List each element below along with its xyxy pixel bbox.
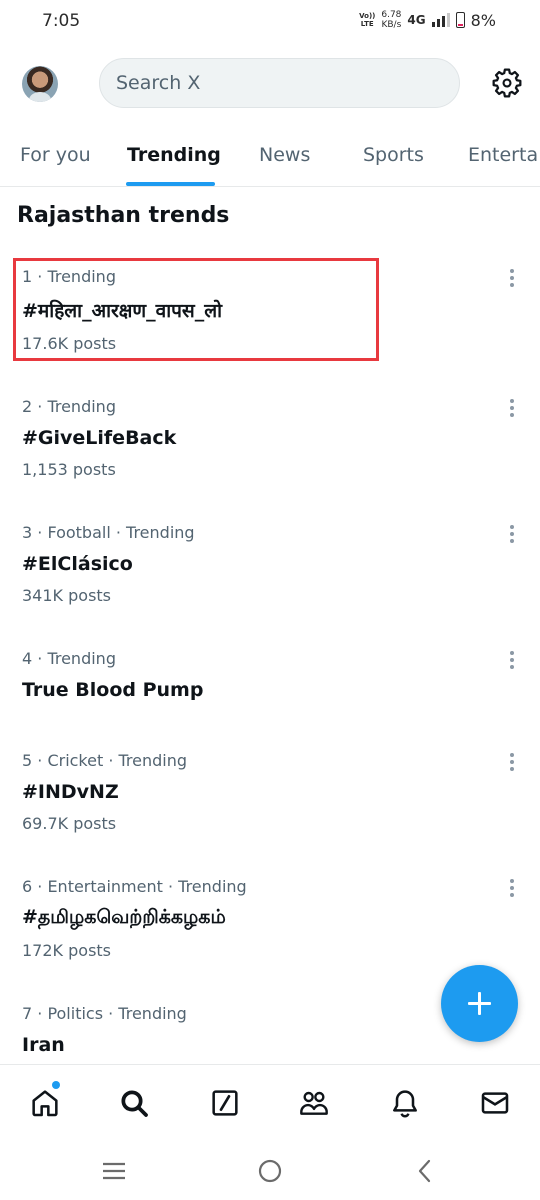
active-tab-indicator xyxy=(126,182,215,186)
tab-news[interactable]: News xyxy=(259,144,310,166)
recents-icon[interactable] xyxy=(101,1158,127,1184)
trend-post-count: 1,153 posts xyxy=(22,460,116,479)
battery-percent: 8% xyxy=(470,10,496,30)
trend-name: Iran xyxy=(22,1034,65,1056)
trend-meta: 1 · Trending xyxy=(22,267,116,286)
tab-bar: For you Trending News Sports Enterta xyxy=(0,132,540,187)
tab-entertainment[interactable]: Enterta xyxy=(468,144,538,166)
network-speed: 6.78 KB/s xyxy=(381,10,401,30)
grok-icon[interactable] xyxy=(209,1087,241,1119)
notifications-icon[interactable] xyxy=(389,1087,421,1119)
messages-icon[interactable] xyxy=(479,1087,511,1119)
volte-icon: Vo)) LTE xyxy=(359,12,376,28)
search-icon[interactable] xyxy=(118,1087,150,1119)
communities-icon[interactable] xyxy=(298,1087,330,1119)
trend-post-count: 69.7K posts xyxy=(22,814,117,833)
trend-name: #INDvNZ xyxy=(22,781,119,803)
compose-post-button[interactable] xyxy=(441,965,518,1042)
trend-meta: 2 · Trending xyxy=(22,397,116,416)
network-speed-value: 6.78 xyxy=(381,10,402,20)
network-type: 4G xyxy=(407,13,426,27)
battery-icon xyxy=(455,12,465,28)
section-title: Rajasthan trends xyxy=(17,203,230,228)
bottom-navigation xyxy=(0,1064,540,1140)
search-placeholder: Search X xyxy=(116,72,201,94)
gear-icon[interactable] xyxy=(491,67,523,99)
trend-meta: 4 · Trending xyxy=(22,649,116,668)
home-icon[interactable] xyxy=(29,1087,61,1119)
tab-trending[interactable]: Trending xyxy=(127,144,221,166)
trend-name: #महिला_आरक्षण_वापस_लो xyxy=(22,300,223,322)
status-bar: 7:05 Vo)) LTE 6.78 KB/s 4G 8% xyxy=(0,0,540,44)
top-header: Search X xyxy=(0,56,540,112)
system-navigation xyxy=(0,1140,540,1200)
more-options-icon[interactable] xyxy=(507,753,517,773)
network-speed-unit: KB/s xyxy=(381,20,402,30)
trend-meta: 3 · Football · Trending xyxy=(22,523,195,542)
trend-meta: 6 · Entertainment · Trending xyxy=(22,877,247,896)
more-options-icon[interactable] xyxy=(507,651,517,671)
trend-post-count: 172K posts xyxy=(22,941,112,960)
trend-name: True Blood Pump xyxy=(22,679,204,701)
tab-for-you[interactable]: For you xyxy=(20,144,91,166)
trend-name: #தமிழகவெற்றிக்கழகம் xyxy=(22,906,226,928)
trend-post-count: 17.6K posts xyxy=(22,334,117,353)
tab-sports[interactable]: Sports xyxy=(363,144,424,166)
status-time: 7:05 xyxy=(42,11,81,31)
user-avatar[interactable] xyxy=(22,66,58,102)
back-icon[interactable] xyxy=(413,1158,439,1184)
more-options-icon[interactable] xyxy=(507,525,517,545)
home-notification-dot xyxy=(52,1081,60,1089)
status-indicators: Vo)) LTE 6.78 KB/s 4G 8% xyxy=(359,10,496,30)
search-input[interactable]: Search X xyxy=(99,58,460,108)
more-options-icon[interactable] xyxy=(507,269,517,289)
home-circle-icon[interactable] xyxy=(257,1158,283,1184)
trend-meta: 5 · Cricket · Trending xyxy=(22,751,188,770)
more-options-icon[interactable] xyxy=(507,879,517,899)
signal-icon xyxy=(431,13,450,27)
more-options-icon[interactable] xyxy=(507,399,517,419)
trend-meta: 7 · Politics · Trending xyxy=(22,1004,187,1023)
trend-name: #GiveLifeBack xyxy=(22,427,177,449)
trend-name: #ElClásico xyxy=(22,553,133,575)
trend-post-count: 341K posts xyxy=(22,586,112,605)
